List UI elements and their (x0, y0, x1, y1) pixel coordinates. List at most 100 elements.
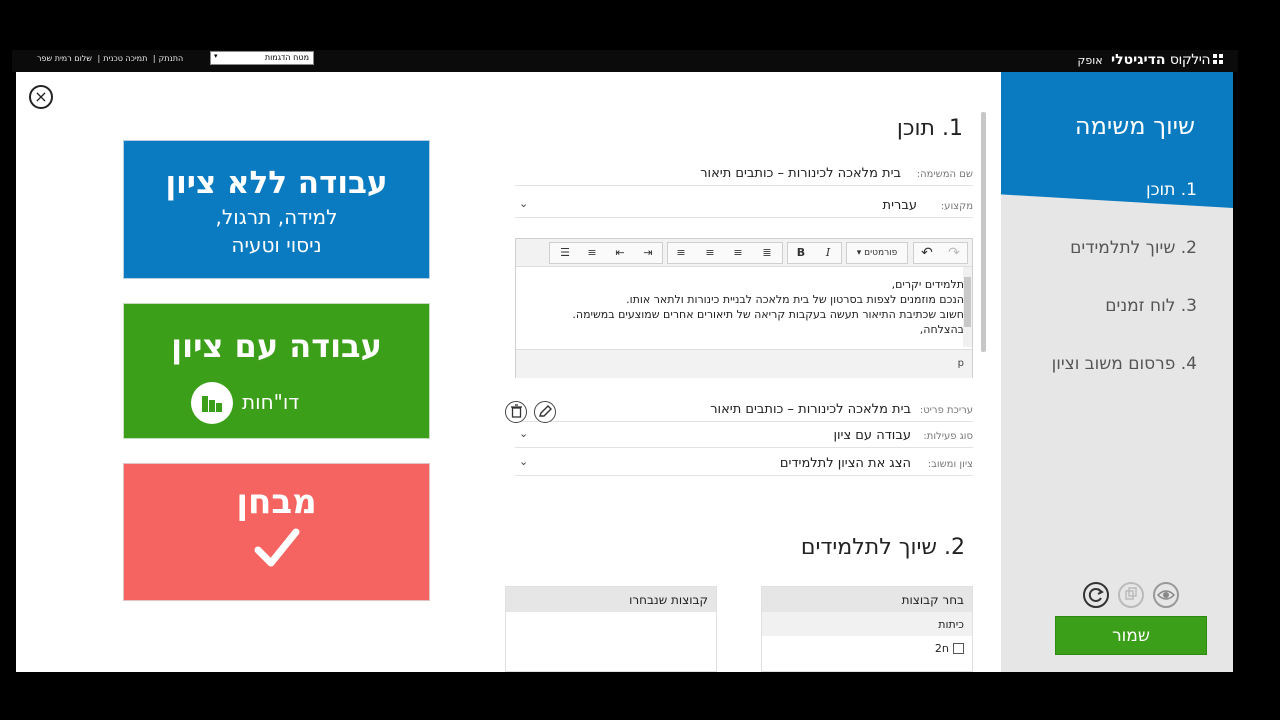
align-left-icon[interactable]: ≡ (671, 243, 691, 263)
formats-label: פורמטים ▾ (856, 248, 898, 258)
checkbox[interactable] (953, 643, 964, 654)
classes-label: כיתות (762, 612, 972, 636)
sidebar-actions (1083, 582, 1183, 610)
selected-groups-panel: קבוצות שנבחרו (505, 586, 717, 672)
support-link[interactable]: תמיכה טכנית (103, 54, 147, 63)
step-students[interactable]: 2. שיוך לתלמידים (1070, 238, 1197, 258)
exam-tile[interactable]: מבחן (123, 463, 430, 601)
graded-work-title: עבודה עם ציון (171, 327, 382, 365)
activity-type-value: עבודה עם ציון (833, 428, 911, 443)
reports-label: דו"חות (242, 390, 300, 414)
refresh-icon (1088, 588, 1104, 602)
section-content-title: 1. תוכן (896, 116, 963, 141)
graded-work-tile[interactable]: עבודה עם ציון דו"חות (123, 303, 430, 439)
sidebar-header (1001, 72, 1233, 208)
align-justify-icon[interactable]: ≣ (757, 243, 777, 263)
chevron-down-icon: ⌄ (519, 197, 529, 210)
grade-feedback-label: ציון ומשוב: (927, 459, 973, 470)
rich-text-editor[interactable]: ☰ ≡ ⇤ ⇥ ≡ ≡ ≡ ≣ B I פורמטים ▾ ↶ ↷ תלמידי… (515, 238, 973, 378)
task-form: 1. תוכן שם המשימה: בית מלאכה לכינורות – … (503, 72, 973, 672)
class-name: ח2 (934, 642, 949, 655)
undo-icon[interactable]: ↶ (917, 243, 937, 263)
task-name-field[interactable]: שם המשימה: בית מלאכה לכינורות – כותבים ת… (515, 160, 973, 186)
editor-path: p (957, 358, 964, 369)
outdent-icon[interactable]: ⇤ (610, 243, 630, 263)
section-students-title: 2. שיוך לתלמידים (800, 535, 965, 560)
brand-name-part2: הדיגיטלי (1111, 52, 1166, 68)
refresh-button[interactable] (1083, 582, 1109, 608)
preview-button[interactable] (1153, 582, 1179, 608)
editor-statusbar: p (516, 349, 972, 378)
activity-type-field[interactable]: סוג פעילות: עבודה עם ציון ⌄ (515, 422, 973, 448)
editor-line: הנכם מוזמנים לצפות בסרטון של בית מלאכה ל… (626, 293, 964, 306)
editor-line: חשוב שכתיבת התיאור תעשה בעקבות קריאה של … (572, 308, 964, 321)
editor-content[interactable]: תלמידים יקרים, הנכם מוזמנים לצפות בסרטון… (534, 277, 964, 337)
reports-area: דו"חות (124, 380, 429, 424)
choose-groups-panel: בחר קבוצות כיתות ח2 (761, 586, 973, 672)
numbered-list-icon[interactable]: ≡ (582, 243, 602, 263)
no-grade-line2: ניסוי וטעיה (231, 233, 322, 257)
steps-sidebar: שיוך משימה 1. תוכן 2. שיוך לתלמידים 3. ל… (1001, 72, 1233, 672)
no-grade-work-tile[interactable]: עבודה ללא ציון למידה, תרגול, ניסוי וטעיה (123, 140, 430, 279)
form-scrollbar[interactable] (981, 112, 986, 352)
editor-toolbar: ☰ ≡ ⇤ ⇥ ≡ ≡ ≡ ≣ B I פורמטים ▾ ↶ ↷ (516, 239, 972, 267)
editor-line: בהצלחה, (919, 323, 964, 336)
align-right-icon[interactable]: ≡ (728, 243, 748, 263)
editor-scrollbar[interactable] (963, 267, 972, 347)
organization-select[interactable]: מטח הדגמות ▾ (210, 51, 314, 65)
bar-chart-icon (191, 382, 233, 424)
choose-groups-header: בחר קבוצות (762, 587, 972, 612)
user-greeting: שלום רמית שפר (37, 54, 92, 63)
organization-select-value: מטח הדגמות (264, 53, 309, 62)
bold-icon[interactable]: B (791, 243, 811, 263)
delete-button[interactable] (505, 401, 527, 423)
selected-groups-header: קבוצות שנבחרו (506, 587, 716, 612)
no-grade-title: עבודה ללא ציון (165, 165, 388, 201)
editor-line: תלמידים יקרים, (891, 278, 964, 291)
close-button[interactable]: × (29, 85, 53, 109)
step-schedule[interactable]: 3. לוח זמנים (1105, 296, 1197, 316)
indent-icon[interactable]: ⇥ (638, 243, 658, 263)
copy-icon (1125, 587, 1137, 600)
italic-icon[interactable]: I (818, 243, 838, 263)
checkmark-icon (254, 528, 299, 567)
sidebar-title: שיוך משימה (1074, 112, 1195, 140)
close-icon: × (34, 87, 48, 106)
subject-label: מקצוע: (940, 201, 973, 212)
step-content[interactable]: 1. תוכן (1146, 180, 1197, 200)
formats-text: פורמטים (864, 248, 898, 258)
eye-icon (1156, 590, 1176, 600)
step-publish[interactable]: 4. פרסום משוב וציון (1052, 354, 1197, 374)
item-edit-value: בית מלאכה לכינורות – כותבים תיאור (710, 402, 911, 417)
no-grade-line1: למידה, תרגול, (215, 205, 338, 229)
pencil-icon (539, 405, 552, 417)
grade-feedback-field[interactable]: ציון ומשוב: הצג את הציון לתלמידים ⌄ (515, 450, 973, 476)
item-edit-label: עריכת פריט: (919, 405, 973, 416)
apps-grid-icon (1213, 54, 1223, 64)
logout-link[interactable]: התנתק (159, 54, 184, 63)
top-bar: הילקוס הדיגיטלי אופק מטח הדגמות ▾ התנתק|… (12, 50, 1238, 72)
subject-field[interactable]: מקצוע: עברית ⌄ (515, 192, 973, 218)
activity-type-label: סוג פעילות: (923, 431, 973, 442)
chevron-down-icon: ⌄ (519, 427, 529, 440)
edit-pencil-button[interactable] (534, 401, 556, 423)
bullet-list-icon[interactable]: ☰ (555, 243, 575, 263)
grade-feedback-value: הצג את הציון לתלמידים (779, 456, 911, 471)
align-center-icon[interactable]: ≡ (700, 243, 720, 263)
brand-logo: הילקוס הדיגיטלי אופק (1078, 52, 1224, 68)
task-name-value[interactable]: בית מלאכה לכינורות – כותבים תיאור (700, 166, 901, 181)
redo-icon[interactable]: ↷ (944, 243, 964, 263)
top-links: התנתק| תמיכה טכנית| שלום רמית שפר (37, 54, 184, 63)
subject-value: עברית (882, 198, 917, 213)
app-frame: הילקוס הדיגיטלי אופק מטח הדגמות ▾ התנתק|… (0, 0, 1280, 720)
class-list-item[interactable]: ח2 (762, 636, 972, 660)
brand-name-part1: הילקוס (1169, 52, 1211, 68)
exam-title: מבחן (236, 482, 317, 522)
main-content: × עבודה ללא ציון למידה, תרגול, ניסוי וטע… (16, 72, 1001, 672)
chevron-down-icon: ⌄ (519, 455, 529, 468)
task-name-label: שם המשימה: (916, 169, 973, 180)
trash-icon (511, 404, 522, 418)
chevron-down-icon: ▾ (214, 52, 218, 60)
save-button[interactable]: שמור (1055, 616, 1207, 655)
copy-button[interactable] (1118, 582, 1144, 608)
